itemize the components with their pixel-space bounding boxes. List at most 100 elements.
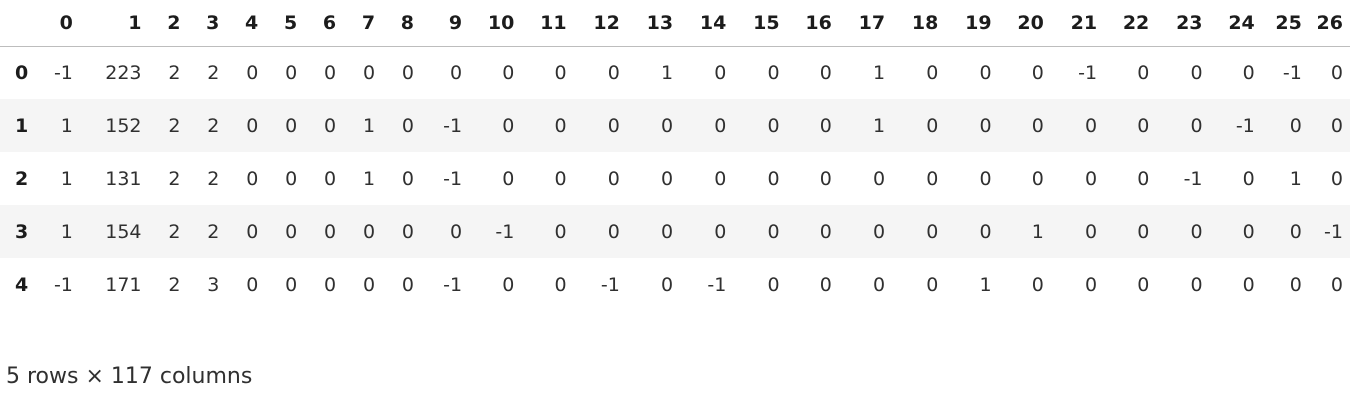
table-cell[interactable]: 0	[627, 152, 680, 205]
table-cell[interactable]: 0	[226, 152, 265, 205]
table-cell[interactable]: 0	[892, 46, 945, 99]
table-cell[interactable]: 0	[999, 99, 1051, 152]
table-cell[interactable]: 0	[892, 99, 945, 152]
table-cell[interactable]: 0	[999, 258, 1051, 311]
column-header[interactable]: 6	[304, 0, 344, 47]
table-cell[interactable]: 0	[343, 46, 382, 99]
column-header[interactable]: 18	[892, 0, 946, 47]
table-cell[interactable]: 0	[839, 152, 892, 205]
table-cell[interactable]: -1	[41, 258, 80, 311]
table-cell[interactable]: 1	[41, 152, 80, 205]
column-header[interactable]: 23	[1156, 0, 1210, 47]
table-cell[interactable]: 1	[999, 205, 1051, 258]
column-header[interactable]: 15	[733, 0, 787, 47]
table-cell[interactable]: 0	[469, 258, 521, 311]
table-cell[interactable]: -1	[469, 205, 521, 258]
table-cell[interactable]: 2	[149, 205, 188, 258]
column-header[interactable]: 20	[998, 0, 1051, 47]
table-cell[interactable]: 0	[1051, 99, 1104, 152]
table-cell[interactable]: -1	[41, 46, 80, 99]
table-cell[interactable]: 152	[80, 99, 149, 152]
table-cell[interactable]: 0	[521, 205, 573, 258]
table-cell[interactable]: 0	[382, 99, 421, 152]
table-cell[interactable]: 0	[1156, 99, 1209, 152]
table-cell[interactable]: 0	[1210, 205, 1262, 258]
table-cell[interactable]: 1	[839, 99, 892, 152]
table-cell[interactable]: 2	[187, 152, 226, 205]
table-cell[interactable]: 2	[149, 258, 188, 311]
table-cell[interactable]: 2	[149, 46, 188, 99]
table-cell[interactable]: 0	[521, 152, 573, 205]
column-header[interactable]: 21	[1050, 0, 1105, 47]
table-cell[interactable]: 154	[80, 205, 149, 258]
table-cell[interactable]: 0	[469, 152, 521, 205]
column-header[interactable]: 11	[521, 0, 574, 47]
table-cell[interactable]: 0	[304, 99, 343, 152]
table-cell[interactable]: 0	[1210, 152, 1262, 205]
column-header[interactable]: 12	[573, 0, 627, 47]
table-cell[interactable]: 0	[1262, 205, 1309, 258]
table-cell[interactable]: 0	[680, 46, 733, 99]
table-cell[interactable]: 0	[521, 99, 573, 152]
table-cell[interactable]: -1	[680, 258, 733, 311]
table-cell[interactable]: 0	[1104, 258, 1156, 311]
table-cell[interactable]: 0	[999, 152, 1051, 205]
table-cell[interactable]: 1	[41, 99, 80, 152]
table-cell[interactable]: 0	[1156, 258, 1209, 311]
column-header[interactable]: 17	[838, 0, 893, 47]
table-cell[interactable]: 0	[574, 99, 627, 152]
table-cell[interactable]: 0	[265, 205, 304, 258]
table-cell[interactable]: 0	[469, 99, 521, 152]
table-cell[interactable]: 0	[839, 205, 892, 258]
table-cell[interactable]: 0	[999, 46, 1051, 99]
table-cell[interactable]: 0	[945, 205, 998, 258]
table-cell[interactable]: 0	[304, 258, 343, 311]
table-cell[interactable]: 1	[41, 205, 80, 258]
table-cell[interactable]: 0	[1051, 152, 1104, 205]
column-header[interactable]: 22	[1104, 0, 1157, 47]
table-cell[interactable]: 1	[627, 46, 680, 99]
column-header[interactable]: 10	[469, 0, 522, 47]
table-cell[interactable]: 0	[1309, 152, 1350, 205]
table-cell[interactable]: 0	[265, 258, 304, 311]
table-cell[interactable]: 1	[1262, 152, 1309, 205]
column-header[interactable]: 19	[945, 0, 999, 47]
table-cell[interactable]: -1	[421, 152, 469, 205]
table-cell[interactable]: 0	[1104, 205, 1156, 258]
table-cell[interactable]: 0	[733, 258, 786, 311]
table-cell[interactable]: 1	[343, 99, 382, 152]
table-cell[interactable]: 0	[226, 205, 265, 258]
table-cell[interactable]: 0	[627, 258, 680, 311]
table-cell[interactable]: 0	[574, 205, 627, 258]
table-cell[interactable]: 0	[574, 152, 627, 205]
table-cell[interactable]: 0	[733, 205, 786, 258]
table-cell[interactable]: 0	[421, 46, 469, 99]
table-cell[interactable]: 0	[265, 99, 304, 152]
table-cell[interactable]: 0	[469, 46, 521, 99]
table-cell[interactable]: 0	[787, 99, 839, 152]
table-cell[interactable]: 0	[892, 258, 945, 311]
table-cell[interactable]: 0	[1309, 46, 1350, 99]
column-header[interactable]: 0	[40, 0, 80, 47]
table-cell[interactable]: 3	[187, 258, 226, 311]
table-cell[interactable]: 0	[226, 99, 265, 152]
table-cell[interactable]: 0	[839, 258, 892, 311]
column-header[interactable]: 13	[626, 0, 681, 47]
column-header[interactable]: 4	[226, 0, 266, 47]
table-cell[interactable]: 0	[1309, 258, 1350, 311]
table-cell[interactable]: 2	[149, 152, 188, 205]
column-header[interactable]: 9	[420, 0, 470, 47]
table-cell[interactable]: 0	[265, 46, 304, 99]
table-cell[interactable]: 0	[521, 258, 573, 311]
table-cell[interactable]: 0	[1262, 99, 1309, 152]
table-cell[interactable]: -1	[1156, 152, 1209, 205]
table-cell[interactable]: 0	[382, 258, 421, 311]
table-cell[interactable]: 0	[1156, 46, 1209, 99]
table-cell[interactable]: 2	[187, 205, 226, 258]
column-header[interactable]: 2	[148, 0, 188, 47]
table-cell[interactable]: 2	[187, 99, 226, 152]
column-header[interactable]: 5	[265, 0, 305, 47]
table-cell[interactable]: 0	[680, 152, 733, 205]
table-cell[interactable]: 0	[382, 205, 421, 258]
table-cell[interactable]: 0	[304, 46, 343, 99]
